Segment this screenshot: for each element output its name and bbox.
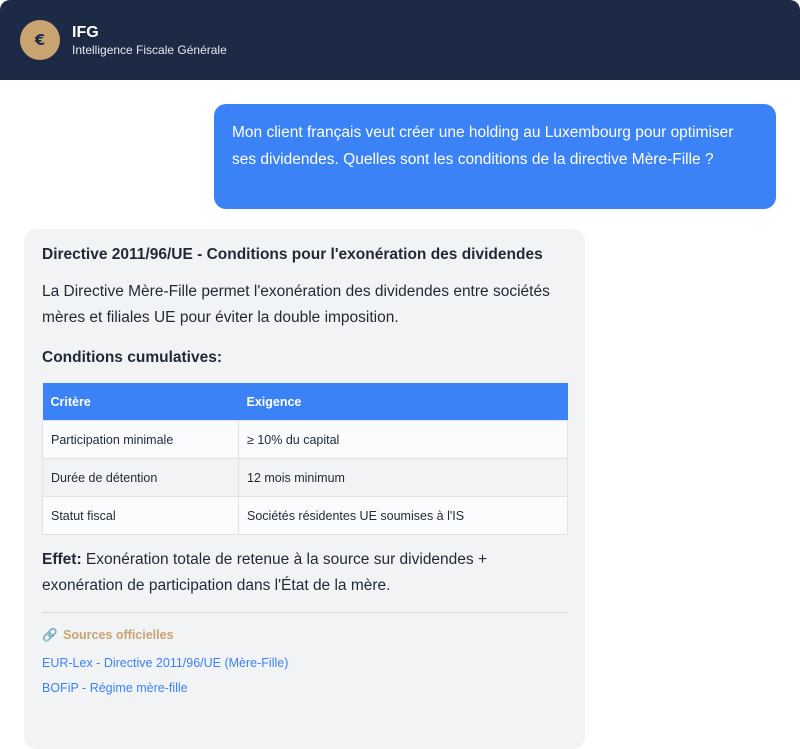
table-cell: 12 mois minimum xyxy=(238,458,568,497)
assistant-message: Directive 2011/96/UE - Conditions pour l… xyxy=(24,229,585,749)
link-icon: 🔗 xyxy=(42,627,58,642)
response-intro: La Directive Mère-Fille permet l'exonéra… xyxy=(42,283,550,326)
conditions-heading: Conditions cumulatives: xyxy=(42,349,222,366)
user-message: Mon client français veut créer une holdi… xyxy=(214,104,776,209)
table-cell: ≥ 10% du capital xyxy=(238,420,568,459)
table-header-row: Critère Exigence xyxy=(42,383,568,421)
app-subtitle: Intelligence Fiscale Générale xyxy=(72,43,227,57)
table-row: Statut fiscal Sociétés résidentes UE sou… xyxy=(42,496,568,535)
table-cell: Statut fiscal xyxy=(42,496,239,535)
logo-symbol: € xyxy=(34,31,46,49)
column-header: Exigence xyxy=(238,383,568,421)
sources-heading: 🔗 Sources officielles xyxy=(42,626,567,644)
table-cell: Durée de détention xyxy=(42,458,239,497)
app-title: IFG xyxy=(72,24,99,41)
table-cell: Participation minimale xyxy=(42,420,239,459)
euro-logo-icon: € xyxy=(20,20,60,60)
conditions-table: Critère Exigence Participation minimale … xyxy=(42,383,568,535)
sources-divider xyxy=(42,612,568,613)
source-link-eurlex[interactable]: EUR-Lex - Directive 2011/96/UE (Mère-Fil… xyxy=(42,654,567,672)
source-link-bofip[interactable]: BOFiP - Régime mère-fille xyxy=(42,679,567,697)
response-title: Directive 2011/96/UE - Conditions pour l… xyxy=(42,246,543,263)
table-row: Durée de détention 12 mois minimum xyxy=(42,458,568,497)
table-cell: Sociétés résidentes UE soumises à l'IS xyxy=(238,496,568,535)
sources-title: Sources officielles xyxy=(63,628,174,642)
effect-paragraph: Effet: Exonération totale de retenue à l… xyxy=(42,547,567,599)
table-row: Participation minimale ≥ 10% du capital xyxy=(42,420,568,459)
effect-text: Exonération totale de retenue à la sourc… xyxy=(42,551,488,594)
app-header: € IFG Intelligence Fiscale Générale xyxy=(0,0,800,80)
effect-label: Effet: xyxy=(42,551,82,568)
column-header: Critère xyxy=(42,383,239,421)
